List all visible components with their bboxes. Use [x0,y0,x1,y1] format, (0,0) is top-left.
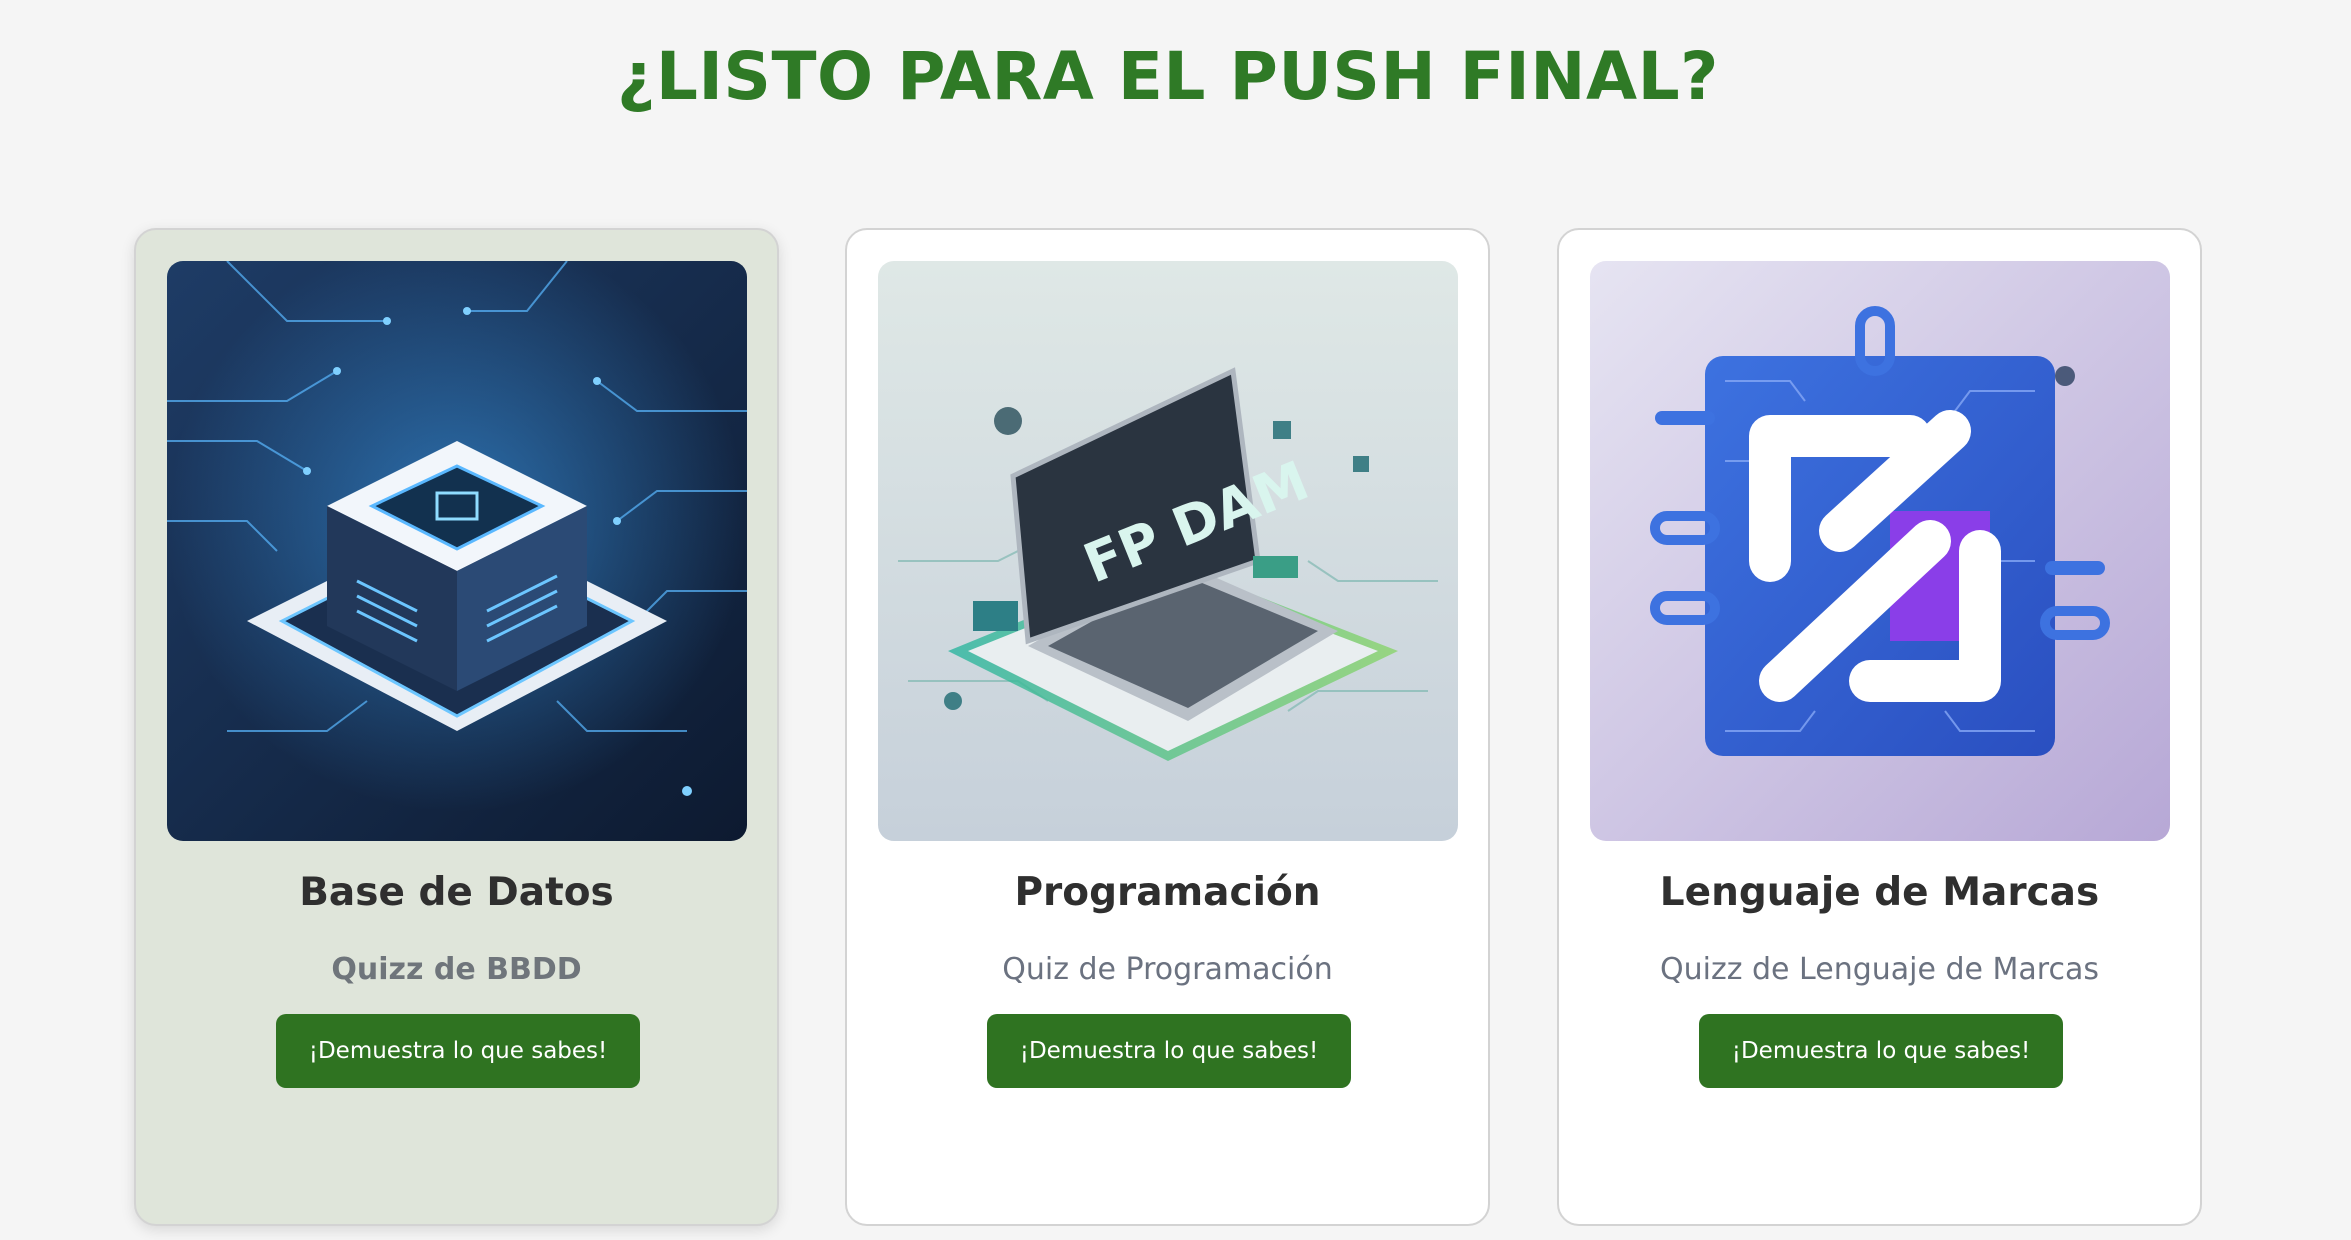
page: ¿LISTO PARA EL PUSH FINAL? Base de Datos… [0,0,2351,1240]
card-subtitle: Quizz de BBDD [331,952,582,987]
card-image: FP DAM [878,261,1458,841]
database-server-icon [167,261,747,841]
card-subtitle: Quizz de Lenguaje de Marcas [1660,952,2099,987]
quiz-start-button[interactable]: ¡Demuestra lo que sabes! [276,1014,640,1088]
card-lenguaje-de-marcas[interactable]: Lenguaje de Marcas Quizz de Lenguaje de … [1557,228,2202,1226]
laptop-icon: FP DAM [878,261,1458,841]
card-subtitle: Quiz de Programación [1002,952,1333,987]
circuit-markup-icon [1590,261,2170,841]
card-title: Lenguaje de Marcas [1659,870,2100,915]
quiz-start-button[interactable]: ¡Demuestra lo que sabes! [1699,1014,2063,1088]
card-base-de-datos[interactable]: Base de Datos Quizz de BBDD ¡Demuestra l… [134,228,779,1226]
page-title: ¿LISTO PARA EL PUSH FINAL? [617,38,1719,115]
quiz-start-button[interactable]: ¡Demuestra lo que sabes! [987,1014,1351,1088]
card-image [167,261,747,841]
card-programacion[interactable]: FP DAM Programación Quiz de Programación… [845,228,1490,1226]
card-image [1590,261,2170,841]
card-title: Programación [1014,870,1321,915]
card-title: Base de Datos [299,870,614,915]
